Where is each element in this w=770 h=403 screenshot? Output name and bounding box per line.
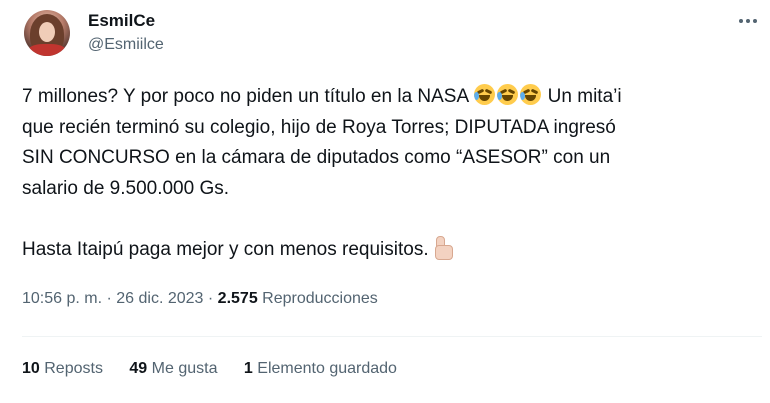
reposts-label: Reposts	[44, 360, 103, 377]
author-display-name[interactable]: EsmilCe	[88, 11, 155, 31]
tweet-text-segment: 7 millones? Y por poco no piden un títul…	[22, 86, 474, 107]
avatar-shirt	[28, 44, 66, 56]
likes-label: Me gusta	[151, 360, 218, 377]
bookmarks-label: Elemento guardado	[257, 360, 397, 377]
rolling-on-floor-laughing-emoji	[474, 84, 496, 105]
rolling-on-floor-laughing-emoji	[520, 84, 542, 105]
views-count: 2.575	[217, 290, 258, 307]
bookmarks-count: 1	[243, 360, 253, 377]
tweet-line: Hasta Itaipú paga mejor y con menos requ…	[22, 235, 752, 266]
tweet-line: 7 millones? Y por poco no piden un títul…	[22, 82, 752, 113]
author-handle[interactable]: @Esmiilce	[88, 36, 164, 54]
tweet-time[interactable]: 10:56 p. m.	[22, 290, 102, 307]
tweet-text-segment: Hasta Itaipú paga mejor y con menos requ…	[22, 238, 429, 260]
tweet-date[interactable]: 26 dic. 2023	[116, 290, 203, 307]
tweet-meta: 10:56 p. m. · 26 dic. 2023 · 2.575 Repro…	[22, 290, 378, 308]
likes-stat[interactable]: 49 Me gusta	[129, 360, 217, 378]
tweet-text-segment: Un mita’i	[542, 86, 622, 107]
thumbs-up-emoji	[432, 235, 454, 260]
likes-count: 49	[129, 360, 148, 377]
tweet: EsmilCe @Esmiilce 7 millones? Y por poco…	[0, 0, 770, 403]
reposts-count: 10	[22, 360, 40, 377]
views-label: Reproducciones	[262, 290, 378, 307]
engagement-stats: 10 Reposts 49 Me gusta 1 Elemento guarda…	[22, 360, 419, 378]
rolling-on-floor-laughing-emoji	[497, 84, 519, 105]
tweet-line: salario de 9.500.000 Gs.	[22, 177, 230, 199]
reposts-stat[interactable]: 10 Reposts	[22, 360, 103, 378]
meta-separator: ·	[102, 290, 117, 307]
tweet-line: SIN CONCURSO en la cámara de diputados c…	[22, 147, 611, 168]
tweet-line: que recién terminó su colegio, hijo de R…	[22, 116, 616, 138]
avatar-face	[39, 22, 55, 42]
meta-separator: ·	[203, 290, 218, 307]
avatar[interactable]	[24, 10, 70, 56]
tweet-blank-line	[22, 204, 752, 235]
tweet-text: 7 millones? Y por poco no piden un títul…	[22, 82, 752, 265]
bookmarks-stat[interactable]: 1 Elemento guardado	[244, 360, 397, 378]
more-options-icon[interactable]	[733, 10, 763, 32]
divider	[22, 336, 762, 337]
